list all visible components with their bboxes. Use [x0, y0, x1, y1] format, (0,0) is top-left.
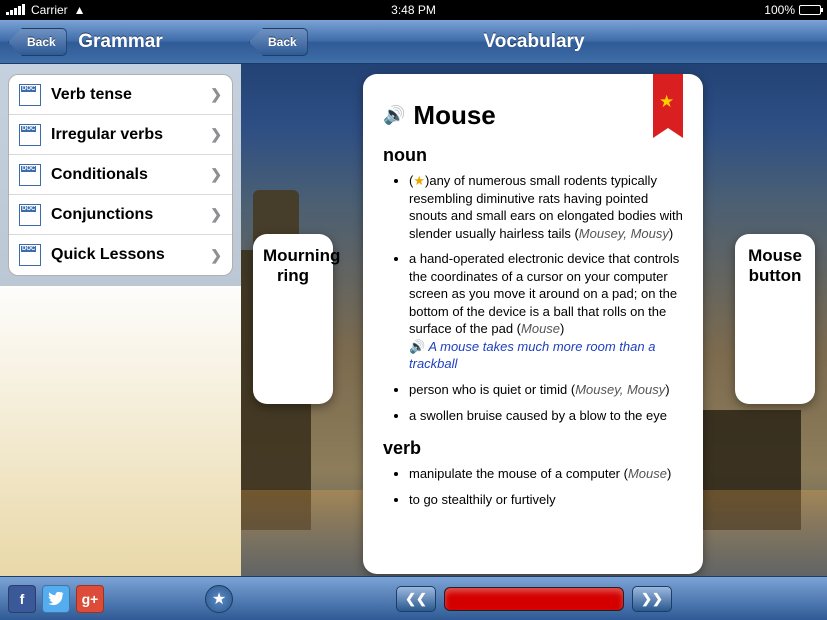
speaker-icon[interactable]: 🔊 — [409, 339, 425, 354]
headword: Mouse — [413, 100, 495, 131]
status-bar: Carrier ▲ 3:48 PM 100% — [0, 0, 827, 20]
grammar-title: Grammar — [78, 31, 163, 53]
prev-card[interactable]: Mourning ring — [253, 234, 333, 404]
chevron-right-icon: ❯ — [210, 166, 222, 183]
next-card[interactable]: Mouse button — [735, 234, 815, 404]
star-icon: ★ — [659, 92, 674, 112]
vocabulary-pane: Back Vocabulary Mourning ring Mouse butt… — [241, 20, 827, 620]
grammar-list: Verb tense ❯ Irregular verbs ❯ Condition… — [8, 74, 233, 276]
list-item-verb-tense[interactable]: Verb tense ❯ — [9, 75, 232, 115]
doc-icon — [19, 84, 41, 106]
grammar-navbar: Back Grammar — [0, 20, 241, 64]
list-item-quick-lessons[interactable]: Quick Lessons ❯ — [9, 235, 232, 275]
doc-icon — [19, 164, 41, 186]
twitter-icon — [48, 591, 64, 607]
doc-icon — [19, 124, 41, 146]
pager-toolbar: ❮❮ ❯❯ — [241, 576, 827, 620]
google-plus-button[interactable]: g+ — [76, 585, 104, 613]
doc-icon — [19, 204, 41, 226]
chevron-right-icon: ❯ — [210, 86, 222, 103]
definition-item: manipulate the mouse of a computer (Mous… — [409, 465, 687, 483]
definition-item: a swollen bruise caused by a blow to the… — [409, 407, 687, 425]
bookmark-ribbon[interactable]: ★ — [653, 74, 683, 128]
part-of-speech-verb: verb — [383, 438, 687, 459]
definition-card[interactable]: ★ 🔊 Mouse noun (★)any of numerous small … — [363, 74, 703, 574]
clock-label: 3:48 PM — [391, 3, 436, 17]
definition-item: to go stealthily or furtively — [409, 491, 687, 509]
carrier-label: Carrier — [31, 3, 68, 17]
signal-icon — [6, 5, 25, 15]
progress-bar[interactable] — [444, 587, 624, 611]
wifi-icon: ▲ — [74, 3, 86, 17]
battery-label: 100% — [764, 3, 795, 17]
chevron-right-icon: ❯ — [210, 247, 222, 264]
list-item-irregular-verbs[interactable]: Irregular verbs ❯ — [9, 115, 232, 155]
prev-page-button[interactable]: ❮❮ — [396, 586, 436, 612]
social-toolbar: f g+ ★ — [0, 576, 241, 620]
star-icon: ★ — [413, 173, 425, 188]
battery-icon — [799, 5, 821, 15]
chevron-right-icon: ❯ — [210, 126, 222, 143]
noun-definitions: (★)any of numerous small rodents typical… — [383, 172, 687, 424]
doc-icon — [19, 244, 41, 266]
grammar-background — [0, 286, 241, 576]
card-stage: Mourning ring Mouse button ★ 🔊 Mouse nou… — [241, 64, 827, 620]
chevron-right-icon: ❯ — [210, 206, 222, 223]
definition-item: a hand-operated electronic device that c… — [409, 250, 687, 373]
definition-item: (★)any of numerous small rodents typical… — [409, 172, 687, 242]
speaker-icon[interactable]: 🔊 — [383, 105, 405, 126]
grammar-pane: Back Grammar Verb tense ❯ Irregular verb… — [0, 20, 241, 620]
favorites-button[interactable]: ★ — [205, 585, 233, 613]
grammar-back-button[interactable]: Back — [8, 28, 67, 56]
verb-definitions: manipulate the mouse of a computer (Mous… — [383, 465, 687, 508]
twitter-button[interactable] — [42, 585, 70, 613]
next-page-button[interactable]: ❯❯ — [632, 586, 672, 612]
vocabulary-title: Vocabulary — [483, 31, 584, 53]
facebook-button[interactable]: f — [8, 585, 36, 613]
vocabulary-back-button[interactable]: Back — [249, 28, 308, 56]
vocabulary-navbar: Back Vocabulary — [241, 20, 827, 64]
list-item-conjunctions[interactable]: Conjunctions ❯ — [9, 195, 232, 235]
list-item-conditionals[interactable]: Conditionals ❯ — [9, 155, 232, 195]
part-of-speech-noun: noun — [383, 145, 687, 166]
definition-item: person who is quiet or timid (Mousey, Mo… — [409, 381, 687, 399]
